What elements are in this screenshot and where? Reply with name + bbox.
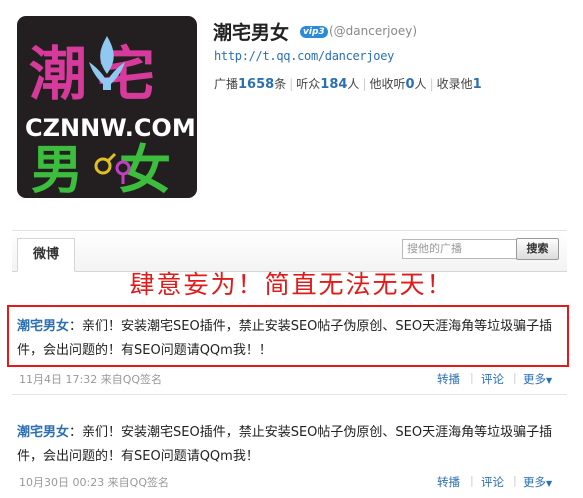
- divider: |: [289, 77, 294, 91]
- stat-label: 广播: [214, 77, 239, 91]
- avatar[interactable]: 潮宅 CZNNW.COM 男女: [17, 16, 197, 198]
- post-timestamp[interactable]: 11月4日 17:32 来自QQ签名: [19, 371, 162, 387]
- stat-value: 1658: [238, 77, 275, 92]
- chevron-down-icon: ▼: [546, 376, 553, 385]
- post-timestamp[interactable]: 10月30日 00:23 来自QQ签名: [19, 474, 169, 490]
- stat-broadcasts[interactable]: 广播1658条: [214, 77, 287, 92]
- divider: |: [470, 371, 474, 384]
- avatar-domain: CZNNW.COM: [25, 114, 196, 142]
- divider: |: [362, 77, 367, 91]
- more-button[interactable]: 更多▼: [523, 371, 552, 387]
- post-content: 潮宅男女：亲们！安装潮宅SEO插件，禁止安装SEO帖子伪原创、SEO天涯海角等垃…: [17, 315, 565, 363]
- more-label: 更多: [523, 372, 546, 386]
- stat-unit: 条: [274, 77, 287, 91]
- chevron-down-icon: ▼: [546, 479, 553, 488]
- divider: |: [470, 474, 474, 487]
- stat-unit: 人: [414, 77, 427, 91]
- profile-url-link[interactable]: http://t.qq.com/dancerjoey: [214, 49, 394, 63]
- post-author-link[interactable]: 潮宅男女: [17, 319, 69, 334]
- profile-stats: 广播1658条 | 听众184人 | 他收听0人 | 收录他1: [214, 75, 482, 92]
- annotation-caption: 肆意妄为！简直无法无天！: [129, 270, 454, 299]
- post-text: ：亲们！安装潮宅SEO插件，禁止安装SEO帖子伪原创、SEO天涯海角等垃圾骗子插…: [17, 319, 553, 358]
- repost-button[interactable]: 转播: [437, 371, 460, 387]
- avatar-text-bottom: 男女: [31, 140, 197, 198]
- more-button[interactable]: 更多▼: [523, 474, 552, 490]
- stat-listeners[interactable]: 听众184人: [296, 77, 360, 92]
- comment-button[interactable]: 评论: [481, 371, 504, 387]
- post-text: ：亲们！安装潮宅SEO插件，禁止安装SEO帖子伪原创、SEO天涯海角等垃圾骗子插…: [17, 425, 553, 464]
- repost-button[interactable]: 转播: [437, 474, 460, 490]
- search-input[interactable]: 搜他的广播: [402, 239, 520, 259]
- post-divider: [12, 394, 567, 395]
- vip-badge[interactable]: vip3: [300, 26, 328, 38]
- profile-handle: (@dancerjoey): [329, 24, 418, 38]
- stat-value: 1: [472, 77, 482, 92]
- stat-label: 他收听: [369, 77, 406, 91]
- stat-label: 收录他: [436, 77, 473, 91]
- stat-unit: 人: [347, 77, 360, 91]
- stat-following[interactable]: 他收听0人: [369, 77, 427, 92]
- post-content: 潮宅男女：亲们！安装潮宅SEO插件，禁止安装SEO帖子伪原创、SEO天涯海角等垃…: [17, 421, 565, 469]
- post-author-link[interactable]: 潮宅男女: [17, 425, 69, 440]
- stat-value: 184: [320, 77, 348, 92]
- more-label: 更多: [523, 475, 546, 489]
- stat-label: 听众: [296, 77, 321, 91]
- stat-value: 0: [405, 77, 415, 92]
- search-button[interactable]: 搜索: [516, 238, 559, 260]
- profile-name[interactable]: 潮宅男女: [213, 18, 289, 45]
- divider: |: [429, 77, 434, 91]
- divider: |: [513, 474, 517, 487]
- divider: |: [513, 371, 517, 384]
- comment-button[interactable]: 评论: [481, 474, 504, 490]
- stat-listed[interactable]: 收录他1: [436, 77, 482, 92]
